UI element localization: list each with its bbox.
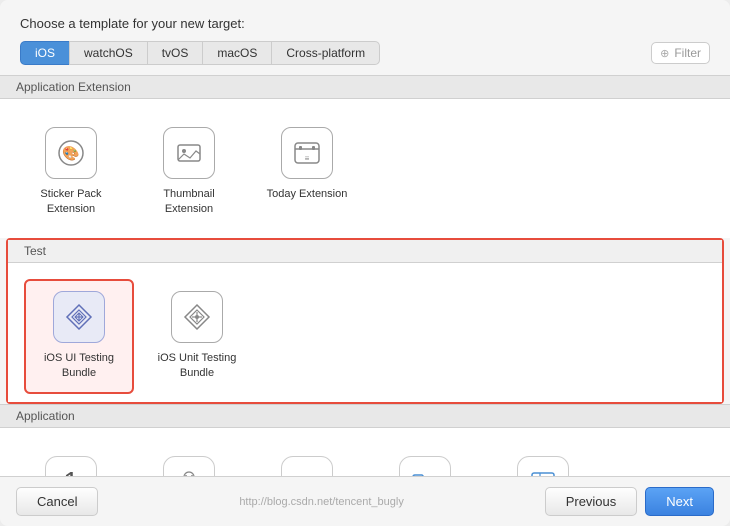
single-view-icon: 1 <box>45 456 97 476</box>
today-svg: ≡ <box>292 138 322 168</box>
today-icon: ≡ <box>281 127 333 179</box>
ar-icon: AR <box>281 456 333 476</box>
item-game[interactable]: Game <box>134 444 244 476</box>
tab-tvos[interactable]: tvOS <box>147 41 203 65</box>
ui-testing-svg <box>64 302 94 332</box>
app-ext-grid: 🎨 Sticker Pack Extension Thumbnail <box>0 99 730 238</box>
dialog: Choose a template for your new target: i… <box>0 0 730 526</box>
sticker-svg: 🎨 <box>56 138 86 168</box>
game-svg <box>174 467 204 476</box>
app-grid: 1 Single View App <box>0 428 730 476</box>
master-detail-svg <box>528 467 558 476</box>
filter-icon: ⊕ <box>660 47 669 60</box>
ios-ui-testing-icon <box>53 291 105 343</box>
section-test: Test <box>8 240 722 402</box>
tab-macos[interactable]: macOS <box>202 41 271 65</box>
document-icon <box>399 456 451 476</box>
ios-unit-testing-label: iOS Unit Testing Bundle <box>152 351 242 382</box>
cancel-button[interactable]: Cancel <box>16 487 98 516</box>
item-document[interactable]: Document Based App <box>370 444 480 476</box>
item-thumbnail[interactable]: Thumbnail Extension <box>134 115 244 230</box>
scroll-content[interactable]: Application Extension 🎨 Sticker Pack Ext… <box>0 75 730 476</box>
item-ios-ui-testing[interactable]: iOS UI Testing Bundle <box>24 279 134 394</box>
sticker-pack-label: Sticker Pack Extension <box>26 187 116 218</box>
previous-button[interactable]: Previous <box>545 487 638 516</box>
section-application-extension: Application Extension 🎨 Sticker Pack Ext… <box>0 75 730 238</box>
section-header-test: Test <box>8 240 722 263</box>
tab-crossplatform[interactable]: Cross-platform <box>271 41 380 65</box>
ios-unit-testing-icon <box>171 291 223 343</box>
folder-svg <box>410 467 440 476</box>
tab-watchos[interactable]: watchOS <box>69 41 147 65</box>
thumbnail-icon <box>163 127 215 179</box>
today-label: Today Extension <box>267 187 348 202</box>
item-today[interactable]: ≡ Today Extension <box>252 115 362 230</box>
footer: Cancel http://blog.csdn.net/tencent_bugl… <box>0 476 730 526</box>
unit-testing-svg <box>182 302 212 332</box>
item-ar[interactable]: AR Augmented Reality App <box>252 444 362 476</box>
item-master-detail[interactable]: Master-Detail App <box>488 444 598 476</box>
ar-glyph: AR <box>299 474 316 476</box>
section-test-wrapper: Test <box>6 238 724 404</box>
item-sticker-pack[interactable]: 🎨 Sticker Pack Extension <box>16 115 126 230</box>
ios-ui-testing-label: iOS UI Testing Bundle <box>34 351 124 382</box>
header: Choose a template for your new target: i… <box>0 0 730 75</box>
thumbnail-label: Thumbnail Extension <box>144 187 234 218</box>
filter-box[interactable]: ⊕ Filter <box>651 42 710 64</box>
thumbnail-svg <box>174 138 204 168</box>
section-header-app: Application <box>0 404 730 428</box>
sticker-pack-icon: 🎨 <box>45 127 97 179</box>
item-ios-unit-testing[interactable]: iOS Unit Testing Bundle <box>142 279 252 394</box>
item-single-view[interactable]: 1 Single View App <box>16 444 126 476</box>
tab-ios[interactable]: iOS <box>20 41 69 65</box>
section-header-app-ext: Application Extension <box>0 75 730 99</box>
section-application: Application 1 Single View App <box>0 404 730 476</box>
dialog-title: Choose a template for your new target: <box>20 16 710 31</box>
master-detail-icon <box>517 456 569 476</box>
svg-text:≡: ≡ <box>305 154 310 163</box>
watermark: http://blog.csdn.net/tencent_bugly <box>106 496 536 508</box>
svg-text:🎨: 🎨 <box>62 144 79 162</box>
platform-tabs: iOS watchOS tvOS macOS Cross-platform <box>20 41 380 65</box>
tabs-row: iOS watchOS tvOS macOS Cross-platform ⊕ … <box>20 41 710 65</box>
next-button[interactable]: Next <box>645 487 714 516</box>
test-grid: iOS UI Testing Bundle <box>8 263 722 402</box>
game-icon <box>163 456 215 476</box>
number-one-glyph: 1 <box>63 466 79 476</box>
filter-placeholder: Filter <box>674 46 701 60</box>
